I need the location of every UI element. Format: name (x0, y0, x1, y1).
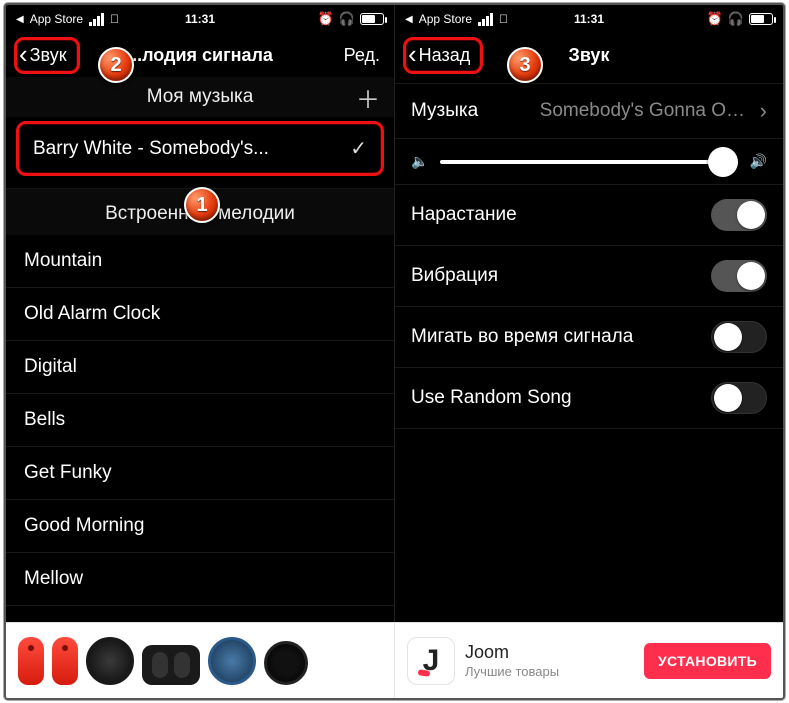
vibration-toggle[interactable] (711, 260, 767, 292)
wifi-icon: 􀙇 (499, 12, 508, 26)
flash-row: Мигать во время сигнала (395, 307, 783, 368)
section-label: Моя музыка (147, 86, 254, 108)
selected-track-row[interactable]: Barry White - Somebody's... ✓ (16, 121, 384, 176)
back-to-app-label[interactable]: App Store (419, 12, 472, 26)
install-button[interactable]: УСТАНОВИТЬ (644, 643, 771, 679)
volume-low-icon: 🔈 (411, 153, 428, 170)
flash-toggle[interactable] (711, 321, 767, 353)
fade-in-row: Нарастание (395, 185, 783, 246)
section-my-music: Моя музыка ＋ (6, 77, 394, 117)
nav-bar: ‹ Звук ...лодия сигнала Ред. (6, 33, 394, 77)
list-item[interactable]: Old Alarm Clock (6, 288, 394, 341)
battery-icon (749, 13, 773, 25)
row-label: Вибрация (411, 265, 498, 287)
wifi-icon: 􀙇 (110, 12, 119, 26)
list-item[interactable]: Mellow (6, 553, 394, 606)
product-icon (264, 641, 308, 685)
fade-in-toggle[interactable] (711, 199, 767, 231)
joom-logo-icon: J (407, 637, 455, 685)
volume-row: 🔈 🔊 (395, 139, 783, 185)
row-label: Нарастание (411, 204, 517, 226)
ad-title: Joom (465, 641, 559, 664)
list-item[interactable]: Bells (6, 394, 394, 447)
checkmark-icon: ✓ (350, 136, 367, 161)
back-label: Назад (419, 45, 471, 66)
row-label: Мигать во время сигнала (411, 326, 633, 348)
alarm-icon: ⏰ (318, 11, 334, 27)
cellular-icon (89, 13, 104, 26)
back-button[interactable]: ‹ Звук (14, 37, 80, 74)
status-bar: ◀ App Store 􀙇 11:31 ⏰ 🎧 (6, 5, 394, 33)
random-toggle[interactable] (711, 382, 767, 414)
step-badge-1: 1 (184, 187, 220, 223)
track-name: Barry White - Somebody's... (33, 138, 269, 160)
volume-slider[interactable] (440, 160, 737, 164)
add-music-button[interactable]: ＋ (356, 80, 380, 115)
product-icon (18, 637, 44, 685)
settings-list: Музыка Somebody's Gonna Off... › 🔈 🔊 Нар… (395, 77, 783, 429)
chevron-left-icon: ‹ (408, 41, 417, 67)
list-item[interactable]: Mountain (6, 235, 394, 288)
chevron-right-icon: › (760, 98, 767, 124)
ad-joom[interactable]: J Joom Лучшие товары УСТАНОВИТЬ (394, 622, 783, 698)
headphones-icon: 🎧 (728, 11, 744, 27)
step-badge-3: 3 (507, 47, 543, 83)
product-icon (142, 645, 200, 685)
product-icon (208, 637, 256, 685)
phone-left: ◀ App Store 􀙇 11:31 ⏰ 🎧 ‹ Звук ...лодия (6, 5, 394, 623)
list-item[interactable]: Good Morning (6, 500, 394, 553)
back-to-app-label[interactable]: App Store (30, 12, 83, 26)
back-label: Звук (30, 45, 67, 66)
page-title: ...лодия сигнала (127, 45, 273, 66)
row-label: Музыка (411, 100, 478, 122)
product-icon (52, 637, 78, 685)
cellular-icon (478, 13, 493, 26)
clock: 11:31 (574, 12, 604, 26)
ad-subtitle: Лучшие товары (465, 664, 559, 680)
back-to-app-icon[interactable]: ◀ (16, 14, 24, 25)
slider-thumb[interactable] (708, 147, 738, 177)
back-button[interactable]: ‹ Назад (403, 37, 483, 74)
volume-high-icon: 🔊 (750, 153, 767, 170)
product-icon (86, 637, 134, 685)
vibration-row: Вибрация (395, 246, 783, 307)
back-to-app-icon[interactable]: ◀ (405, 14, 413, 25)
page-title: Звук (569, 45, 610, 66)
row-label: Use Random Song (411, 387, 572, 409)
ad-products[interactable] (6, 622, 394, 698)
phone-right: ◀ App Store 􀙇 11:31 ⏰ 🎧 ‹ Назад Звук (394, 5, 783, 623)
music-row[interactable]: Музыка Somebody's Gonna Off... › (395, 83, 783, 139)
row-value: Somebody's Gonna Off... (540, 100, 750, 122)
headphones-icon: 🎧 (339, 11, 355, 27)
step-badge-2: 2 (98, 47, 134, 83)
list-item[interactable]: Digital (6, 341, 394, 394)
list-item[interactable]: Get Funky (6, 447, 394, 500)
chevron-left-icon: ‹ (19, 41, 28, 67)
nav-bar: ‹ Назад Звук (395, 33, 783, 77)
battery-icon (360, 13, 384, 25)
edit-button[interactable]: Ред. (338, 41, 386, 70)
ad-banner-row: J Joom Лучшие товары УСТАНОВИТЬ (6, 622, 783, 698)
status-bar: ◀ App Store 􀙇 11:31 ⏰ 🎧 (395, 5, 783, 33)
clock: 11:31 (185, 12, 215, 26)
builtin-list: Mountain Old Alarm Clock Digital Bells G… (6, 235, 394, 606)
alarm-icon: ⏰ (707, 11, 723, 27)
random-row: Use Random Song (395, 368, 783, 429)
